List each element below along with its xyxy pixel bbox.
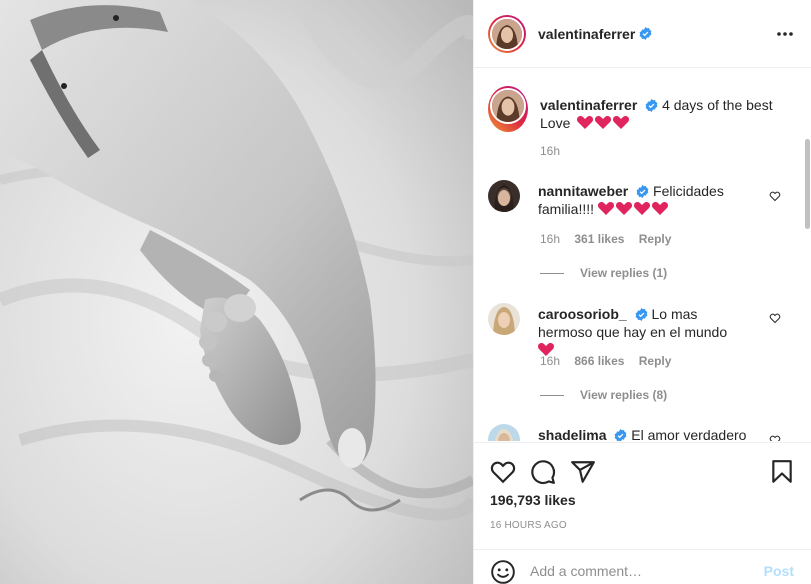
red-heart-emoji-icon — [597, 202, 614, 215]
verified-badge-icon — [615, 429, 627, 441]
comment-username[interactable]: caroosoriob_ — [538, 306, 627, 322]
comment-item: shadelima El amor verdadero — [488, 424, 758, 441]
save-icon[interactable] — [769, 459, 795, 485]
commenter-avatar[interactable] — [488, 180, 520, 212]
commenter-avatar[interactable] — [488, 424, 520, 441]
likes-count[interactable]: 196,793 likes — [490, 492, 576, 508]
add-comment-bar: Post — [474, 549, 811, 584]
two-hearts-emoji-icon — [577, 116, 594, 129]
share-icon[interactable] — [570, 459, 596, 485]
verified-badge-icon — [639, 27, 652, 40]
comment-input[interactable] — [530, 560, 750, 582]
verified-badge-icon — [636, 185, 649, 198]
reply-button[interactable]: Reply — [639, 354, 672, 368]
comment-text: El amor verdadero — [631, 427, 747, 441]
verified-badge-icon — [645, 99, 658, 112]
comment-likes-count[interactable]: 361 likes — [574, 232, 624, 246]
author-username[interactable]: valentinaferrer — [538, 26, 635, 42]
caption-emojis — [577, 115, 631, 131]
comment-meta: 16h 361 likes Reply — [540, 232, 682, 246]
caption-avatar[interactable] — [488, 86, 528, 132]
post-actions: 196,793 likes 16 HOURS AGO Post — [474, 442, 811, 584]
post-comment-button[interactable]: Post — [764, 563, 794, 579]
post-photo — [0, 0, 473, 584]
comment-emojis — [597, 201, 670, 217]
view-replies-label[interactable]: View replies (8) — [580, 388, 667, 402]
view-replies-button[interactable]: View replies (1) — [540, 266, 667, 280]
replies-divider — [540, 272, 564, 274]
emoji-icon[interactable] — [490, 559, 516, 584]
caption-meta: 16h — [540, 144, 571, 158]
view-replies-button[interactable]: View replies (8) — [540, 388, 667, 402]
verified-badge-icon — [635, 308, 647, 321]
more-options-icon[interactable] — [775, 24, 795, 44]
post-panel: valentinaferrer valentinaferrer 4 days o… — [473, 0, 811, 584]
two-hearts-emoji-icon — [595, 116, 612, 129]
red-heart-emoji-icon — [651, 202, 668, 215]
reply-button[interactable]: Reply — [639, 232, 672, 246]
comment-icon[interactable] — [530, 459, 556, 485]
comment-item: nannitaweber Felicidades familia!!!! — [488, 180, 738, 218]
comment-time[interactable]: 16h — [540, 232, 560, 246]
red-heart-emoji-icon — [615, 202, 632, 215]
caption: valentinaferrer 4 days of the best Love — [488, 86, 780, 132]
comment-like-icon[interactable] — [769, 434, 781, 441]
scrollbar[interactable] — [805, 139, 810, 229]
view-replies-label[interactable]: View replies (1) — [580, 266, 667, 280]
caption-time[interactable]: 16h — [540, 144, 560, 158]
comments-section[interactable]: valentinaferrer 4 days of the best Love … — [474, 69, 811, 441]
comment-meta: 16h 866 likes Reply — [540, 354, 682, 368]
post-header: valentinaferrer — [474, 0, 811, 68]
post-timestamp[interactable]: 16 HOURS AGO — [490, 520, 567, 531]
comment-time[interactable]: 16h — [540, 354, 560, 368]
red-heart-emoji-icon — [633, 202, 650, 215]
author-avatar[interactable] — [488, 14, 526, 53]
comment-like-icon[interactable] — [769, 190, 781, 202]
comment-username[interactable]: shadelima — [538, 427, 606, 441]
like-icon[interactable] — [490, 459, 516, 485]
commenter-avatar[interactable] — [488, 303, 520, 335]
replies-divider — [540, 394, 564, 396]
comment-like-icon[interactable] — [769, 312, 781, 324]
caption-username[interactable]: valentinaferrer — [540, 97, 637, 113]
two-hearts-emoji-icon — [613, 116, 630, 129]
comment-item: caroosoriob_ Lo mas hermoso que hay en e… — [488, 303, 748, 359]
comment-username[interactable]: nannitaweber — [538, 183, 628, 199]
comment-likes-count[interactable]: 866 likes — [574, 354, 624, 368]
